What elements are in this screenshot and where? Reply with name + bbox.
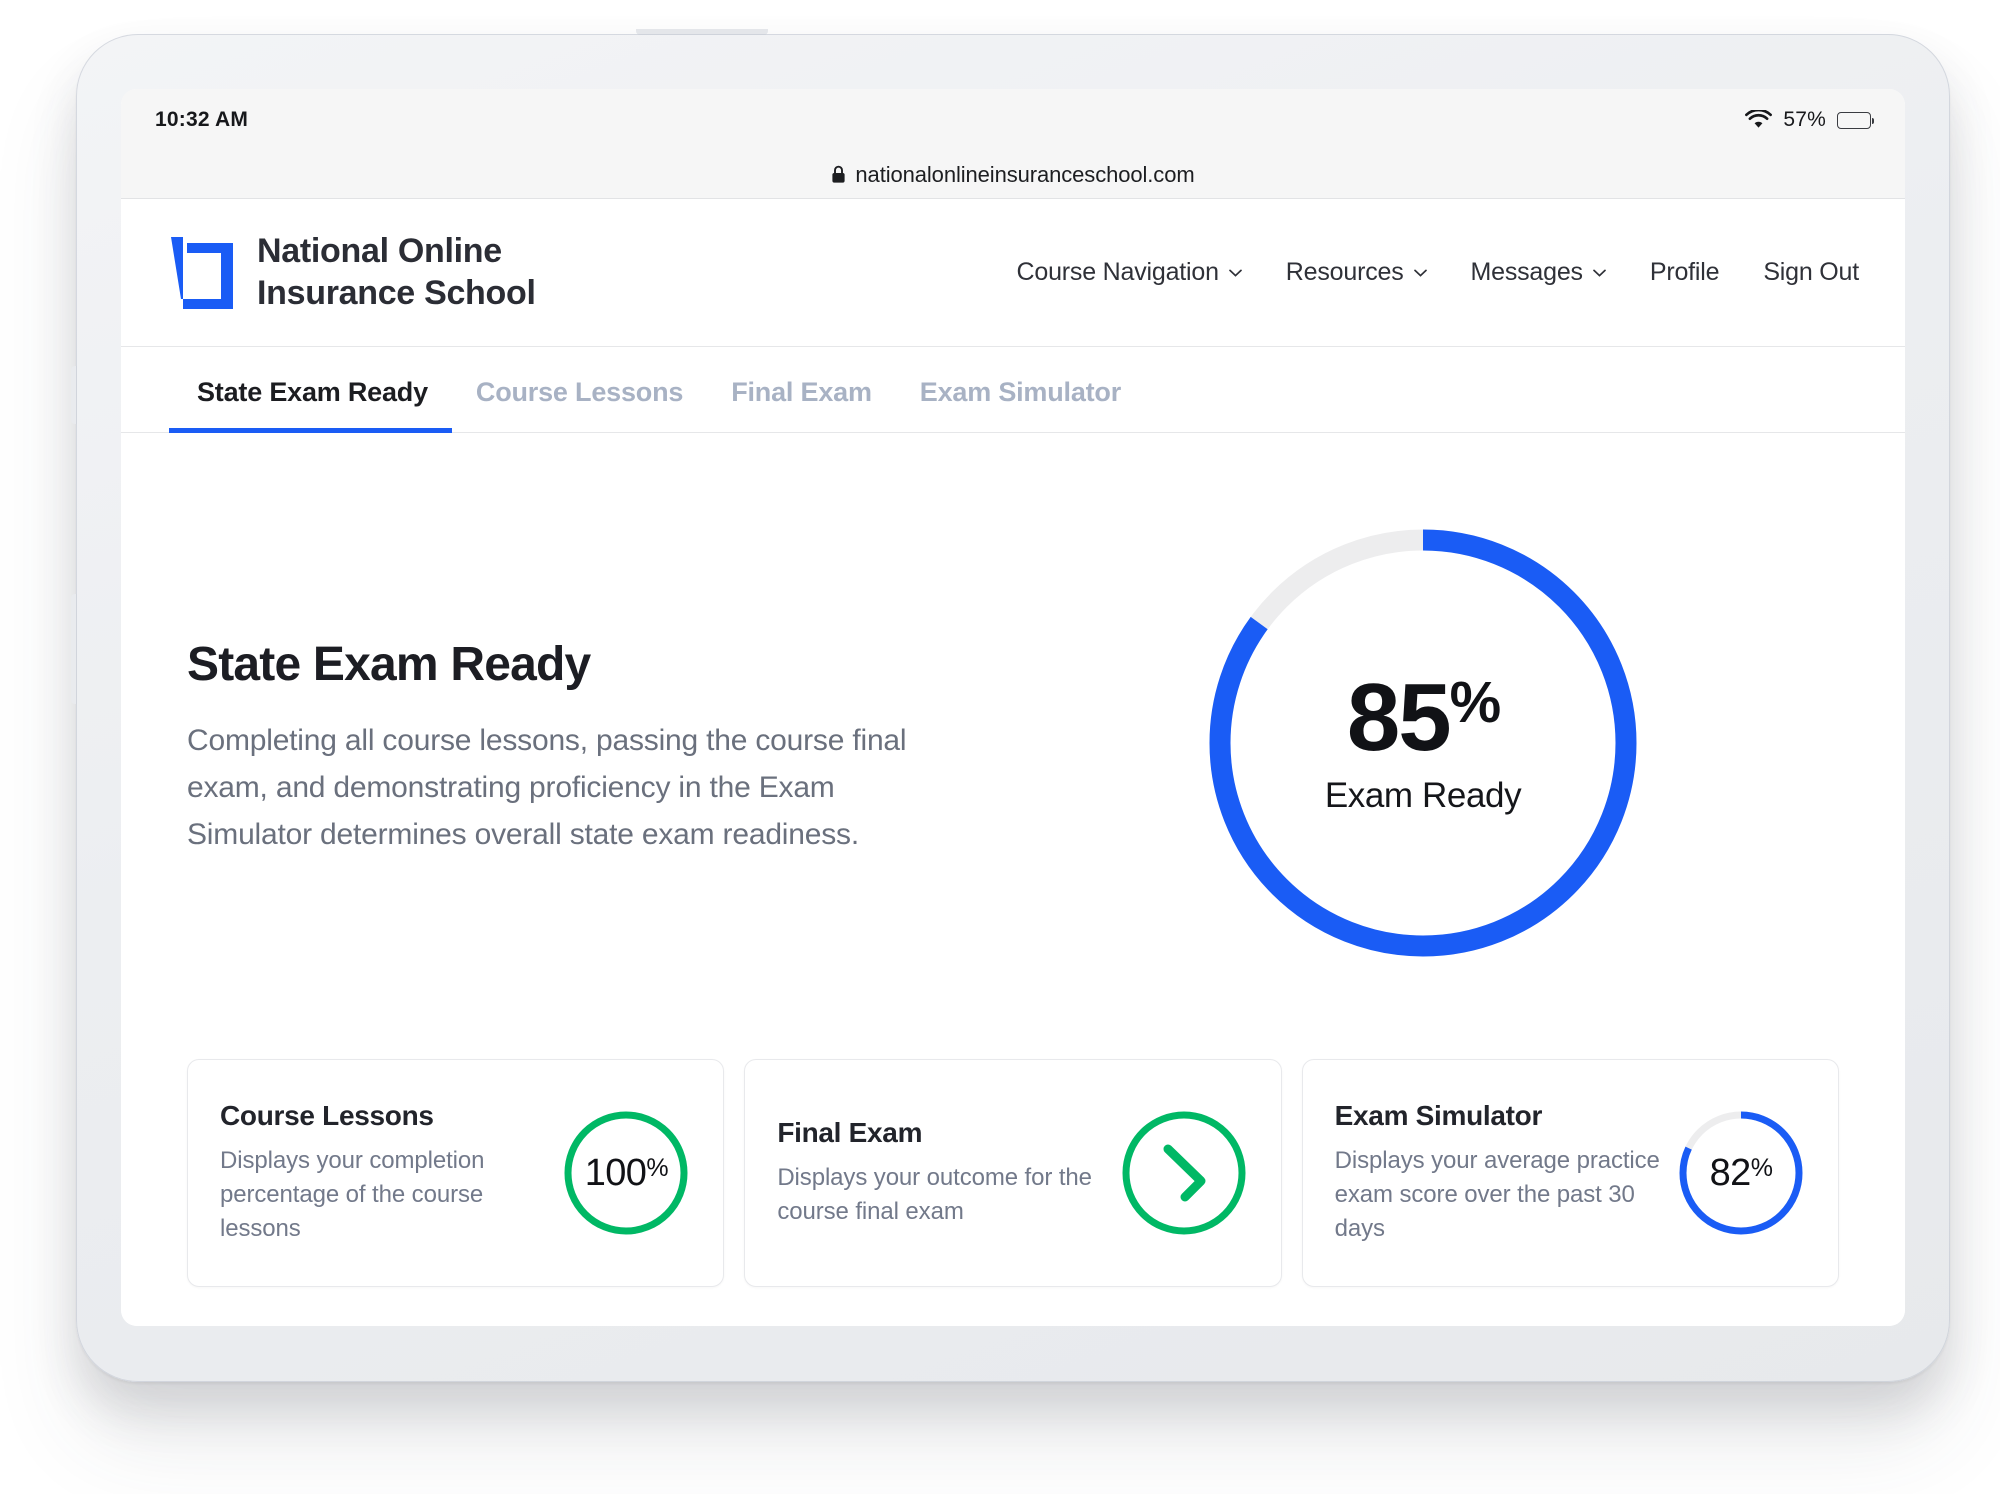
nav-label: Course Navigation [1016,258,1219,286]
card-title: Exam Simulator [1334,1100,1543,1131]
ios-status-bar: 10:32 AM 57% [121,89,1905,151]
donut-percent-symbol: % [1449,670,1502,735]
ring-percent-symbol: % [646,1153,668,1182]
battery-percent-label: 57% [1783,108,1826,131]
card-description: Displays your completion percentage of t… [220,1147,485,1243]
nav-label: Messages [1470,258,1584,286]
tab-final-exam[interactable]: Final Exam [707,377,896,433]
brand-name: National Online Insurance School [257,232,536,312]
donut-center-labels: 85% Exam Ready [1204,524,1642,962]
battery-icon [1837,111,1875,129]
chevron-down-icon [1413,269,1427,277]
tablet-device-frame: 10:32 AM 57% nationalonlineinsurancescho… [71,29,1950,1382]
clipped-overflow-text [169,1313,1857,1326]
screenshot-stage: 10:32 AM 57% nationalonlineinsurancescho… [0,0,2000,1494]
nav-item-messages[interactable]: Messages [1471,258,1606,287]
donut-value: 85% [1346,664,1502,771]
card-exam-simulator[interactable]: Exam Simulator Displays your average pra… [1301,1059,1839,1288]
card-description: Displays your outcome for the course fin… [777,1164,1092,1226]
tab-state-exam-ready[interactable]: State Exam Ready [169,377,452,433]
exam-simulator-progress-ring-icon: 82% [1676,1108,1806,1238]
wifi-icon [1745,110,1773,130]
exam-ready-donut-chart: 85% Exam Ready [1204,524,1642,962]
card-text-block: Course Lessons Displays your completion … [220,1100,547,1246]
section-tabs: State Exam Ready Course Lessons Final Ex… [121,347,1905,433]
clipped-text [187,1313,194,1326]
chevron-down-icon [1592,269,1606,277]
website-viewport: National Online Insurance School Course … [121,199,1905,1326]
tablet-screen: 10:32 AM 57% nationalonlineinsurancescho… [121,89,1905,1326]
hero-text-block: State Exam Ready Completing all course l… [169,627,999,858]
page-title: State Exam Ready [187,638,591,692]
final-exam-check-circle-icon [1119,1108,1249,1238]
main-content: State Exam Ready Completing all course l… [121,433,1905,1326]
card-title: Course Lessons [220,1100,434,1131]
ring-value-number: 82 [1709,1151,1752,1194]
status-right-cluster: 57% [1745,89,1875,151]
course-lessons-progress-ring-icon: 100% [561,1108,691,1238]
card-description: Displays your average practice exam scor… [1334,1147,1660,1243]
page-description: Completing all course lessons, passing t… [187,724,907,851]
card-title: Final Exam [777,1117,923,1149]
device-volume-nub-2 [71,594,77,704]
ring-percent-symbol: % [1750,1153,1773,1182]
card-text-block: Final Exam Displays your outcome for the… [777,1117,1104,1229]
status-time: 10:32 AM [155,108,249,131]
exam-ready-gauge-wrap: 85% Exam Ready [999,524,1857,962]
url-text: nationalonlineinsuranceschool.com [855,161,1195,187]
device-volume-nub-1 [71,366,77,424]
nav-item-course-navigation[interactable]: Course Navigation [1017,258,1242,287]
ring-value: 82% [1710,1152,1773,1195]
brand-logo-icon [169,235,235,311]
card-course-lessons[interactable]: Course Lessons Displays your completion … [187,1059,725,1288]
nav-label: Resources [1285,258,1404,286]
ring-value-number: 100 [584,1151,647,1194]
nav-item-resources[interactable]: Resources [1286,258,1427,287]
donut-label: Exam Ready [1324,776,1522,815]
nav-label: Sign Out [1763,258,1859,286]
site-header: National Online Insurance School Course … [121,199,1905,347]
nav-item-profile[interactable]: Profile [1649,258,1720,287]
card-text-block: Exam Simulator Displays your average pra… [1335,1100,1662,1246]
tab-exam-simulator[interactable]: Exam Simulator [896,377,1145,433]
lock-icon [831,165,846,184]
browser-url-bar[interactable]: nationalonlineinsuranceschool.com [121,151,1905,199]
nav-item-sign-out[interactable]: Sign Out [1763,258,1859,287]
main-nav: Course Navigation Resources Messages Pro… [1017,258,1860,287]
card-final-exam[interactable]: Final Exam Displays your outcome for the… [744,1059,1282,1288]
device-top-nub [636,29,768,35]
brand-lockup[interactable]: National Online Insurance School [169,231,536,314]
metric-cards-row: Course Lessons Displays your completion … [169,1059,1857,1288]
donut-value-number: 85 [1346,664,1452,771]
nav-label: Profile [1649,258,1720,286]
hero-section: State Exam Ready Completing all course l… [169,433,1857,1053]
chevron-down-icon [1228,269,1242,277]
ring-value: 100% [584,1151,669,1195]
tab-course-lessons[interactable]: Course Lessons [452,377,707,433]
